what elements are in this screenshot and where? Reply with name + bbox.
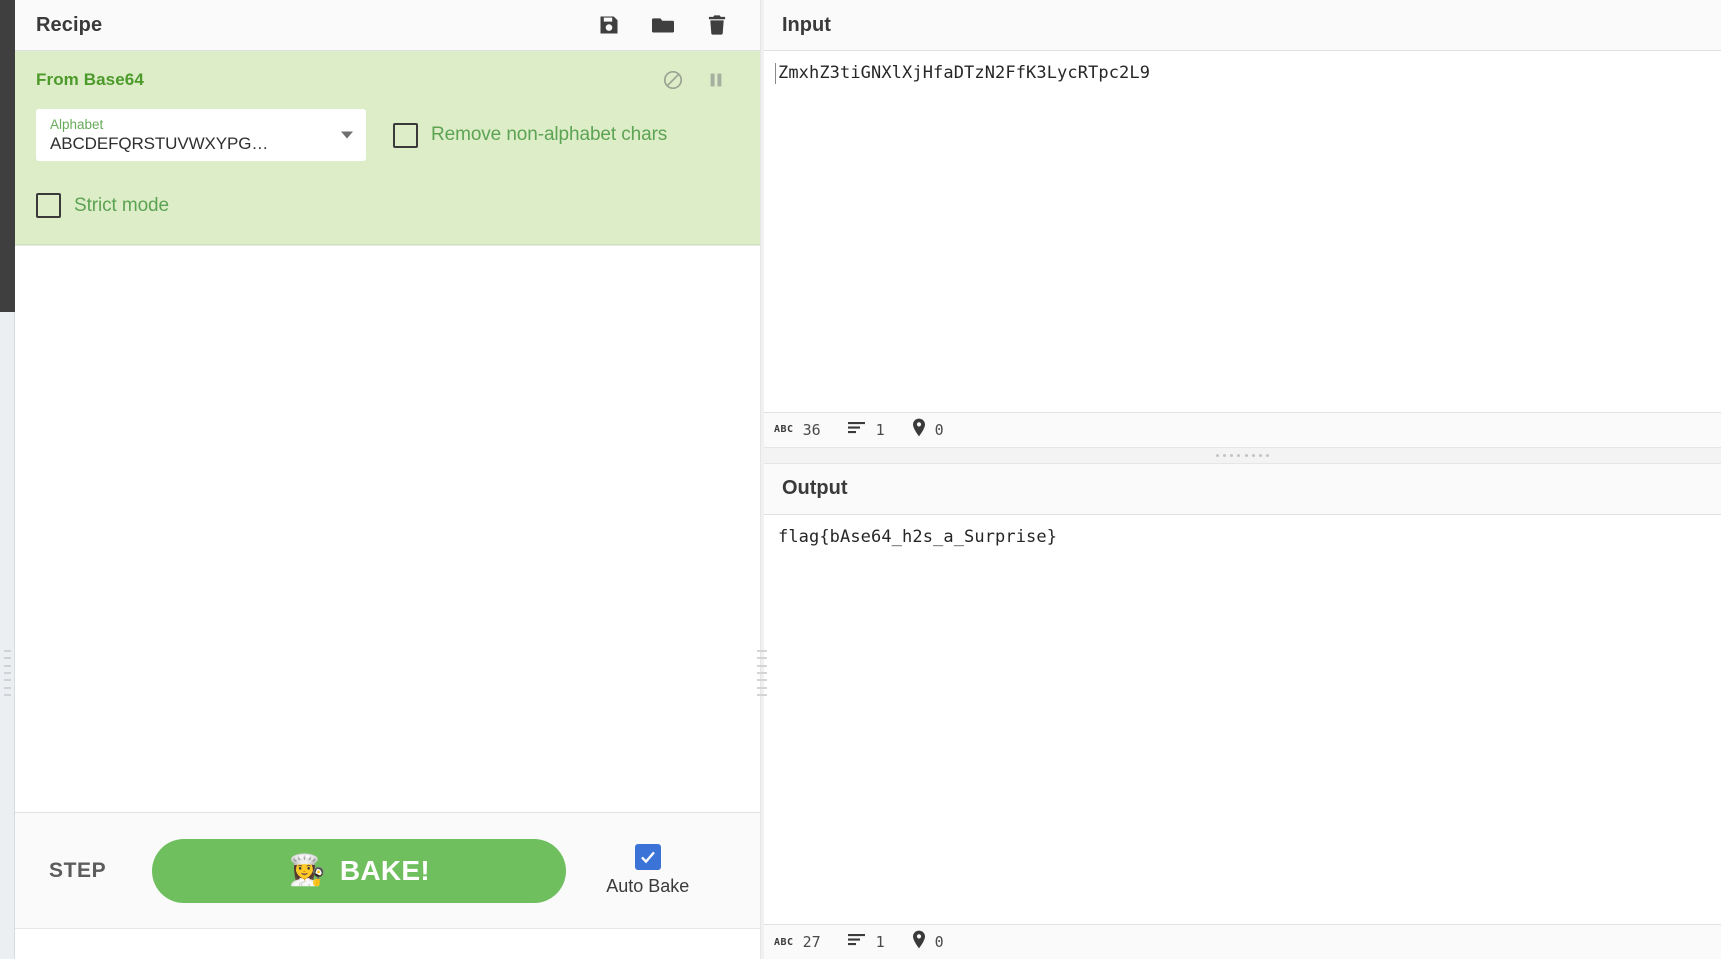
recipe-bottom-filler: [15, 928, 760, 959]
output-title: Output: [782, 477, 848, 500]
location-pin-icon: [912, 930, 926, 954]
input-length-value: 36: [802, 420, 821, 439]
alphabet-value: ABCDEFQRSTUVWXYPG…: [50, 134, 269, 153]
recipe-io-splitter[interactable]: [757, 0, 767, 959]
output-length-status: ABC 27: [774, 933, 821, 951]
input-position-status: 0: [912, 418, 944, 442]
operation-title: From Base64: [36, 70, 144, 89]
output-lines-status: 1: [847, 932, 885, 952]
auto-bake-checkbox[interactable]: [634, 844, 661, 870]
bake-button[interactable]: 👩‍🍳 BAKE!: [152, 838, 567, 903]
disable-operation-icon[interactable]: [662, 69, 684, 91]
output-title-bar: Output: [764, 463, 1721, 515]
recipe-title-bar: Recipe: [15, 0, 760, 51]
controls-bar: STEP 👩‍🍳 BAKE! Auto Bake: [15, 812, 760, 928]
checkbox-box: [393, 122, 418, 148]
operation-arguments: Alphabet ABCDEFQRSTUVWXYPG… Remove non-a…: [36, 109, 742, 218]
output-position-value: 0: [934, 933, 944, 951]
input-status-bar: ABC 36 1 0: [764, 411, 1721, 447]
output-status-bar: ABC 27 1 0: [764, 924, 1721, 959]
chevron-down-icon: [341, 131, 353, 139]
alphabet-select[interactable]: Alphabet ABCDEFQRSTUVWXYPG…: [36, 109, 366, 161]
checkbox-box: [36, 193, 61, 218]
lines-icon: [847, 420, 867, 440]
output-textarea[interactable]: flag{bAse64_h2s_a_Surprise}: [764, 514, 1721, 924]
input-lines-status: 1: [847, 420, 885, 440]
recipe-pane: Recipe From Base64 Alphabet ABCDEFQRSTUV…: [15, 0, 761, 959]
auto-bake-toggle[interactable]: Auto Bake: [606, 844, 689, 897]
location-pin-icon: [912, 418, 926, 442]
output-lines-value: 1: [875, 933, 885, 951]
load-recipe-icon[interactable]: [650, 12, 676, 38]
alphabet-label: Alphabet: [50, 117, 104, 132]
operations-panel-resize-handle[interactable]: [4, 650, 11, 696]
save-recipe-icon[interactable]: [596, 12, 622, 38]
auto-bake-label: Auto Bake: [606, 876, 690, 896]
splitter-grip: [757, 650, 767, 696]
operation-icons: [662, 69, 742, 91]
input-pane: Input ZmxhZ3tiGNXlXjHfaDTzN2FfK3LycRTpc2…: [764, 0, 1721, 447]
input-length-status: ABC 36: [774, 421, 821, 439]
output-pane: Output flag{bAse64_h2s_a_Surprise} ABC 2…: [764, 463, 1721, 959]
input-lines-value: 1: [875, 420, 885, 439]
breakpoint-pause-icon[interactable]: [705, 69, 727, 91]
recipe-title-controls: [596, 12, 744, 38]
cyberchef-app: Recipe From Base64 Alphabet ABCDEFQRSTUV…: [0, 0, 1721, 959]
input-caret: [775, 63, 776, 84]
abc-icon: ABC: [774, 424, 794, 436]
recipe-operation-from-base64[interactable]: From Base64 Alphabet ABCDEFQRSTUVWXYPG… …: [15, 51, 760, 245]
remove-non-alphabet-chars-checkbox[interactable]: Remove non-alphabet chars: [393, 122, 668, 148]
remove-non-alphabet-chars-label: Remove non-alphabet chars: [431, 124, 668, 145]
input-output-splitter[interactable]: [764, 446, 1721, 464]
splitter-dots: [1215, 453, 1270, 457]
input-title: Input: [782, 13, 831, 36]
recipe-title: Recipe: [36, 13, 103, 36]
argument-row-strict-mode: Strict mode: [36, 193, 742, 218]
input-textarea[interactable]: ZmxhZ3tiGNXlXjHfaDTzN2FfK3LycRTpc2L9: [764, 51, 1721, 412]
operation-header: From Base64: [36, 65, 742, 95]
input-title-bar: Input: [764, 0, 1721, 51]
step-button[interactable]: STEP: [43, 851, 112, 891]
output-length-value: 27: [802, 933, 821, 951]
lines-icon: [847, 932, 867, 952]
input-position-value: 0: [934, 420, 944, 439]
chef-icon: 👩‍🍳: [288, 853, 326, 887]
strict-mode-checkbox[interactable]: Strict mode: [36, 193, 169, 218]
abc-icon: ABC: [774, 936, 794, 948]
io-column: Input ZmxhZ3tiGNXlXjHfaDTzN2FfK3LycRTpc2…: [764, 0, 1721, 959]
output-position-status: 0: [912, 930, 944, 954]
output-value: flag{bAse64_h2s_a_Surprise}: [778, 526, 1058, 547]
clear-recipe-icon[interactable]: [704, 12, 730, 38]
recipe-operation-list[interactable]: From Base64 Alphabet ABCDEFQRSTUVWXYPG… …: [15, 51, 760, 245]
argument-row-alphabet: Alphabet ABCDEFQRSTUVWXYPG… Remove non-a…: [36, 109, 742, 161]
operations-panel-edge-lower: [0, 312, 15, 959]
recipe-dropzone[interactable]: [15, 245, 760, 812]
input-value: ZmxhZ3tiGNXlXjHfaDTzN2FfK3LycRTpc2L9: [778, 63, 1151, 83]
bake-button-label: BAKE!: [339, 854, 431, 886]
strict-mode-label: Strict mode: [74, 194, 169, 216]
